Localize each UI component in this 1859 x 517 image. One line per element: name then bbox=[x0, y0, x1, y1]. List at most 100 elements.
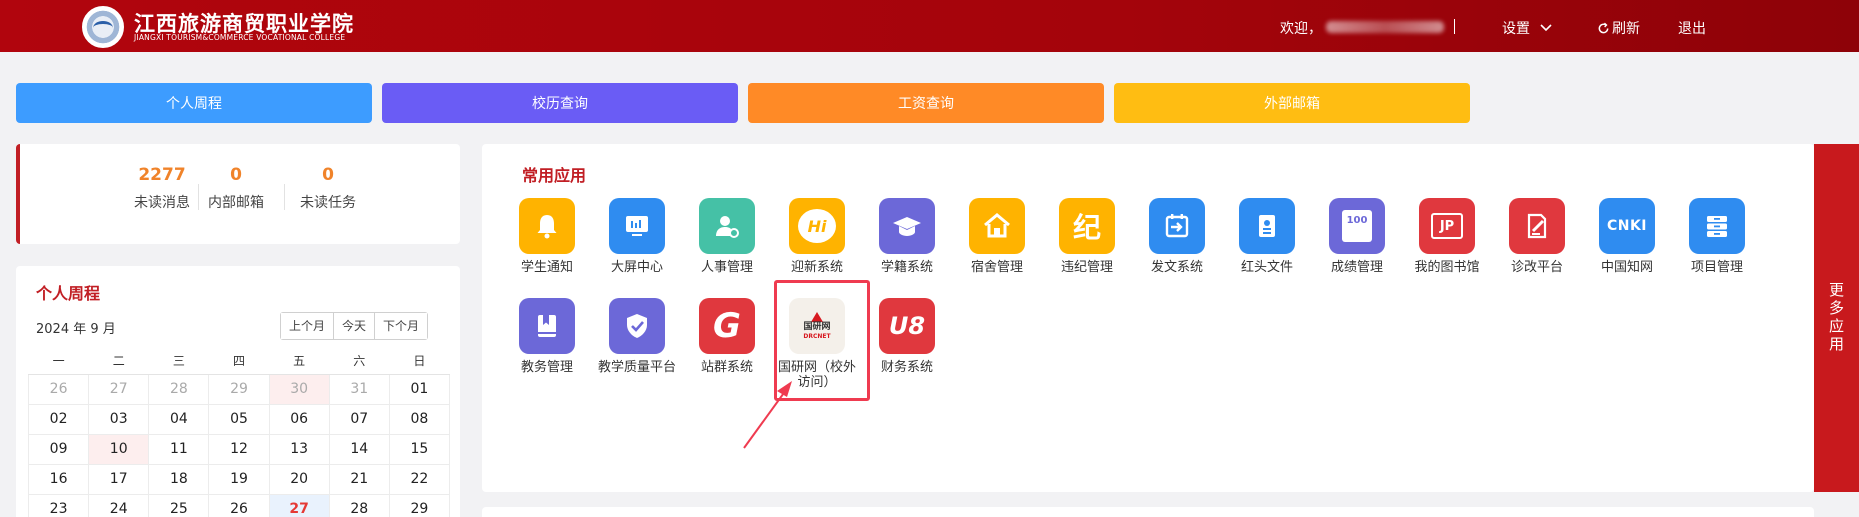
app-red-header-files[interactable]: 红头文件 bbox=[1223, 198, 1311, 275]
school-emblem-icon bbox=[82, 6, 124, 48]
app-label: 学籍系统 bbox=[880, 260, 933, 275]
app-document-issue[interactable]: 发文系统 bbox=[1133, 198, 1221, 275]
header-separator bbox=[1454, 19, 1455, 34]
settings-menu[interactable]: 设置 bbox=[1502, 18, 1552, 38]
calendar-day[interactable]: 08 bbox=[388, 403, 451, 435]
calendar-day[interactable]: 20 bbox=[268, 463, 330, 495]
score-text: 100 bbox=[1342, 210, 1372, 242]
jp-text: JP bbox=[1431, 213, 1463, 239]
quick-btn-school-calendar[interactable]: 校历查询 bbox=[382, 83, 738, 123]
calendar-week: 26 27 28 29 30 31 01 bbox=[27, 373, 451, 405]
calendar-week: 02 03 04 05 06 07 08 bbox=[27, 403, 451, 435]
app-label: 教学质量平台 bbox=[597, 360, 676, 375]
calendar-day[interactable]: 10 bbox=[88, 433, 150, 465]
app-project-management[interactable]: 项目管理 bbox=[1673, 198, 1761, 275]
app-label: 站群系统 bbox=[700, 360, 753, 375]
calendar-day[interactable]: 28 bbox=[148, 373, 210, 405]
logout-button[interactable]: 退出 bbox=[1678, 18, 1706, 38]
app-finance[interactable]: U8 财务系统 bbox=[863, 298, 951, 375]
app-student-notice[interactable]: 学生通知 bbox=[503, 198, 591, 275]
app-score-management[interactable]: 100 成绩管理 bbox=[1313, 198, 1401, 275]
calendar-day[interactable]: 21 bbox=[328, 463, 390, 495]
app-hr-management[interactable]: 人事管理 bbox=[683, 198, 771, 275]
stat-unread-tasks[interactable]: 0 未读任务 bbox=[283, 164, 373, 212]
stats-panel: 2277 未读消息 0 内部邮箱 0 未读任务 bbox=[16, 144, 460, 244]
calendar-day[interactable]: 25 bbox=[148, 493, 210, 517]
calendar-day[interactable]: 06 bbox=[268, 403, 330, 435]
app-big-screen[interactable]: 大屏中心 bbox=[593, 198, 681, 275]
app-enrollment[interactable]: Hi 迎新系统 bbox=[773, 198, 861, 275]
weekday: 一 bbox=[28, 348, 89, 375]
more-apps-button[interactable]: 更多应用 bbox=[1814, 144, 1859, 492]
app-my-library[interactable]: JP 我的图书馆 bbox=[1403, 198, 1491, 275]
quick-btn-salary-query[interactable]: 工资查询 bbox=[748, 83, 1104, 123]
calendar-day[interactable]: 28 bbox=[328, 493, 390, 517]
app-label: 学生通知 bbox=[520, 260, 573, 275]
jp-book-icon: JP bbox=[1419, 198, 1475, 254]
calendar-nav: 上个月 今天 下个月 bbox=[280, 312, 429, 340]
school-name-en: JIANGXI TOURISM&COMMERCE VOCATIONAL COLL… bbox=[134, 33, 346, 42]
calendar-day[interactable]: 15 bbox=[388, 433, 451, 465]
calendar-day[interactable]: 09 bbox=[27, 433, 90, 465]
calendar-day[interactable]: 26 bbox=[208, 493, 270, 517]
calendar-day[interactable]: 22 bbox=[388, 463, 451, 495]
calendar-day[interactable]: 05 bbox=[208, 403, 270, 435]
top-header: 江西旅游商贸职业学院 JIANGXI TOURISM&COMMERCE VOCA… bbox=[0, 0, 1859, 52]
calendar-day[interactable]: 23 bbox=[27, 493, 90, 517]
next-month-button[interactable]: 下个月 bbox=[375, 313, 428, 339]
calendar-day-today[interactable]: 27 bbox=[268, 493, 330, 517]
quick-btn-external-mail[interactable]: 外部邮箱 bbox=[1114, 83, 1470, 123]
calendar-day[interactable]: 07 bbox=[328, 403, 390, 435]
user-gear-icon bbox=[699, 198, 755, 254]
calendar-month: 2024 年 9 月 bbox=[36, 322, 116, 337]
refresh-icon bbox=[1598, 22, 1609, 33]
calendar-day[interactable]: 01 bbox=[388, 373, 451, 405]
app-discipline[interactable]: 纪 违纪管理 bbox=[1043, 198, 1131, 275]
refresh-button[interactable]: 刷新 bbox=[1597, 18, 1640, 38]
calendar-day[interactable]: 17 bbox=[88, 463, 150, 495]
highlight-box bbox=[774, 280, 870, 401]
calendar-day[interactable]: 29 bbox=[208, 373, 270, 405]
app-diagnosis-platform[interactable]: 诊改平台 bbox=[1493, 198, 1581, 275]
calendar-day[interactable]: 02 bbox=[27, 403, 90, 435]
u8-icon: U8 bbox=[879, 298, 935, 354]
quick-btn-personal-schedule[interactable]: 个人周程 bbox=[16, 83, 372, 123]
bell-icon bbox=[519, 198, 575, 254]
calendar-day[interactable]: 26 bbox=[27, 373, 90, 405]
app-site-group[interactable]: G 站群系统 bbox=[683, 298, 771, 375]
drawers-icon bbox=[1689, 198, 1745, 254]
calendar-day[interactable]: 30 bbox=[268, 373, 330, 405]
calendar-day[interactable]: 31 bbox=[328, 373, 390, 405]
stat-label: 内部邮箱 bbox=[208, 195, 264, 211]
app-label: 发文系统 bbox=[1150, 260, 1203, 275]
calendar-day[interactable]: 13 bbox=[268, 433, 330, 465]
calendar-day[interactable]: 11 bbox=[148, 433, 210, 465]
calendar-day[interactable]: 24 bbox=[88, 493, 150, 517]
calendar-day[interactable]: 12 bbox=[208, 433, 270, 465]
app-dormitory[interactable]: 宿舍管理 bbox=[953, 198, 1041, 275]
prev-month-button[interactable]: 上个月 bbox=[281, 313, 335, 339]
calendar-day[interactable]: 03 bbox=[88, 403, 150, 435]
calendar-day[interactable]: 19 bbox=[208, 463, 270, 495]
calendar-day[interactable]: 29 bbox=[388, 493, 451, 517]
calendar-day[interactable]: 14 bbox=[328, 433, 390, 465]
weekday-header: 一 二 三 四 五 六 日 bbox=[28, 348, 450, 375]
house-icon bbox=[969, 198, 1025, 254]
app-teaching-quality[interactable]: 教学质量平台 bbox=[593, 298, 681, 375]
calendar-day[interactable]: 18 bbox=[148, 463, 210, 495]
stat-internal-mail[interactable]: 0 内部邮箱 bbox=[191, 164, 281, 212]
score-edit-icon: 100 bbox=[1329, 198, 1385, 254]
common-apps-panel: 常用应用 学生通知 大屏中心 人事管理 Hi 迎新系统 学籍系统 宿舍管理 纪 … bbox=[482, 144, 1814, 492]
stat-value: 0 bbox=[322, 165, 334, 185]
today-button[interactable]: 今天 bbox=[334, 313, 376, 339]
calendar-day[interactable]: 27 bbox=[88, 373, 150, 405]
monitor-icon bbox=[609, 198, 665, 254]
app-academic-affairs[interactable]: 教务管理 bbox=[503, 298, 591, 375]
calendar-day[interactable]: 16 bbox=[27, 463, 90, 495]
calendar-day[interactable]: 04 bbox=[148, 403, 210, 435]
app-label: 红头文件 bbox=[1240, 260, 1293, 275]
app-student-status[interactable]: 学籍系统 bbox=[863, 198, 951, 275]
weekday: 四 bbox=[208, 348, 270, 375]
app-cnki[interactable]: CNKI 中国知网 bbox=[1583, 198, 1671, 275]
chevron-down-icon bbox=[1540, 24, 1552, 32]
